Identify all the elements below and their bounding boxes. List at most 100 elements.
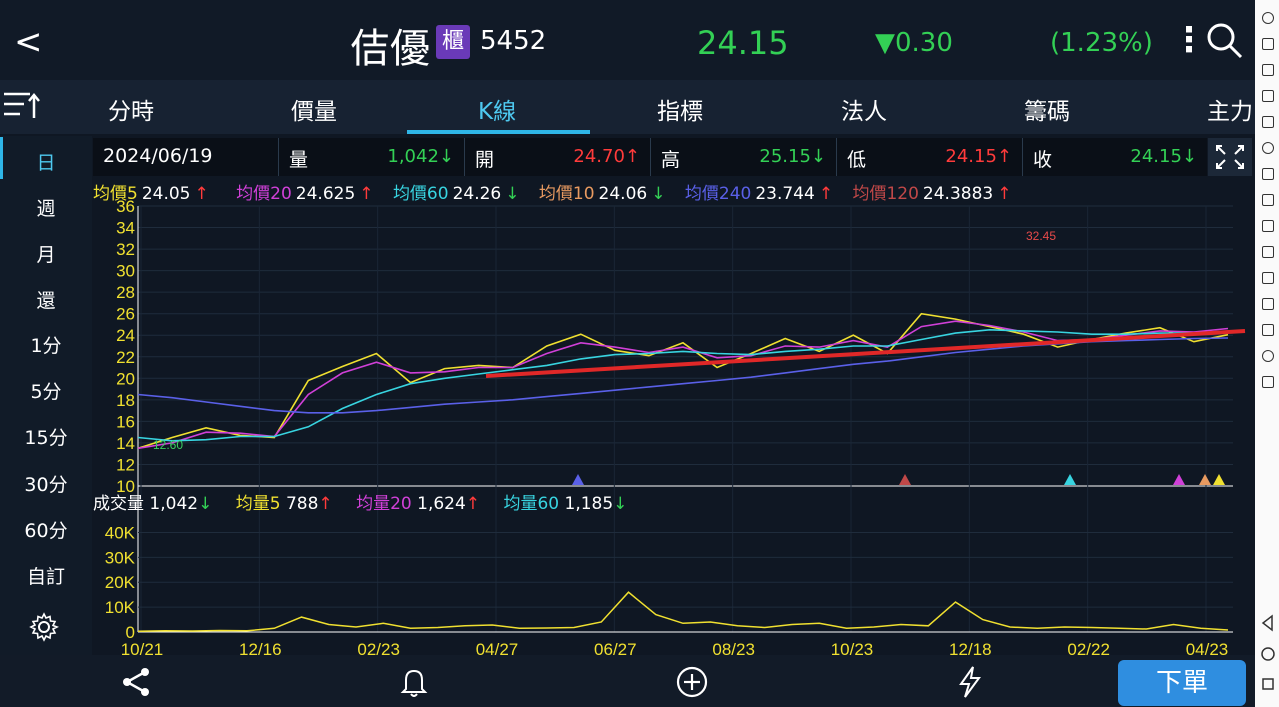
- current-price: 24.15: [697, 24, 789, 62]
- system-nav-buttons[interactable]: [1260, 614, 1276, 694]
- system-rotate-icon[interactable]: [1262, 142, 1274, 154]
- price-tick-label: 12: [116, 455, 135, 474]
- kline-chart[interactable]: 363432302826242220181614121010/21 12/16 02…: [93, 200, 1253, 655]
- more-vertical-icon[interactable]: ⋮: [1172, 20, 1206, 60]
- system-location-icon[interactable]: [1262, 350, 1274, 362]
- system-multi-window-icon[interactable]: [1262, 246, 1274, 258]
- bell-icon[interactable]: [397, 665, 431, 699]
- volume-tick-label: 30K: [105, 548, 136, 567]
- low-value: 24.15↑: [945, 146, 1012, 167]
- active-tab-indicator: [407, 130, 590, 134]
- market-badge: 櫃: [436, 25, 470, 59]
- period-60min[interactable]: 60分: [0, 516, 92, 543]
- lightning-icon[interactable]: [953, 665, 987, 699]
- vol-label: 成交量: [93, 494, 144, 514]
- time-tick-label: 04/23: [1186, 640, 1229, 655]
- tab-kline[interactable]: K線: [478, 92, 516, 126]
- high-cell: 高 25.15↓: [651, 138, 837, 176]
- period-custom[interactable]: 自訂: [0, 562, 92, 589]
- time-tick-label: 06/27: [594, 640, 637, 655]
- stock-code: 5452: [480, 26, 547, 56]
- vol20-label: 均量20: [356, 494, 412, 514]
- order-button[interactable]: 下單: [1118, 660, 1246, 706]
- tab-minute[interactable]: 分時: [108, 92, 154, 126]
- system-screenshot-icon[interactable]: [1262, 116, 1274, 128]
- volume-cell: 量 1,042↓: [279, 138, 465, 176]
- signal-marker: [1173, 474, 1185, 485]
- settings-gear-icon[interactable]: [29, 612, 59, 642]
- period-restored[interactable]: 還: [0, 286, 92, 313]
- sort-menu-icon[interactable]: [2, 86, 42, 126]
- time-tick-label: 10/21: [121, 640, 164, 655]
- time-tick-label: 08/23: [712, 640, 755, 655]
- tab-chips[interactable]: 籌碼: [1024, 92, 1070, 126]
- tab-price-volume[interactable]: 價量: [291, 92, 337, 126]
- volume-value: 1,042↓: [387, 146, 454, 167]
- price-tick-label: 16: [116, 412, 135, 431]
- system-scissors-icon[interactable]: [1262, 220, 1274, 232]
- price-change-percent: (1.23%): [1050, 28, 1153, 58]
- vol-arrow: ↓: [198, 494, 213, 514]
- tab-institutional[interactable]: 法人: [841, 92, 887, 126]
- volume-tick-label: 20K: [105, 573, 136, 592]
- search-icon[interactable]: [1204, 20, 1244, 60]
- system-vibrate-icon[interactable]: [1262, 376, 1274, 388]
- signal-marker: [572, 474, 584, 485]
- signal-marker: [1213, 474, 1225, 485]
- system-notes-icon[interactable]: [1262, 272, 1274, 284]
- period-5min[interactable]: 5分: [0, 377, 92, 404]
- tab-indicator[interactable]: 指標: [657, 92, 703, 126]
- price-tick-label: 14: [116, 434, 135, 453]
- volume-tick-label: 10K: [105, 598, 136, 617]
- back-button[interactable]: <: [14, 22, 43, 62]
- vol60-label: 均量60: [503, 494, 560, 514]
- time-tick-label: 02/23: [357, 640, 400, 655]
- open-label: 開: [475, 149, 495, 171]
- system-shake-icon[interactable]: [1262, 298, 1274, 310]
- system-record-icon[interactable]: [1262, 12, 1274, 24]
- volume-tick-label: 0: [126, 623, 135, 642]
- volume-label: 量: [289, 149, 309, 171]
- close-value: 24.15↓: [1130, 146, 1197, 167]
- bottom-toolbar: [0, 655, 1255, 707]
- signal-marker: [899, 474, 911, 485]
- share-icon[interactable]: [119, 665, 153, 699]
- period-1min[interactable]: 1分: [0, 331, 92, 358]
- time-tick-label: 10/23: [831, 640, 874, 655]
- price-tick-label: 20: [116, 369, 135, 388]
- volume-legend: 成交量 1,042↓ 均量5 788↑ 均量20 1,624↑ 均量60 1,1…: [93, 489, 627, 514]
- series-line: [137, 337, 1229, 414]
- tab-main-force[interactable]: 主力: [1207, 92, 1253, 126]
- system-folder-icon[interactable]: [1262, 324, 1274, 336]
- vol5-value: 788: [285, 494, 319, 514]
- system-volume-up-icon[interactable]: [1262, 64, 1274, 76]
- system-apk-icon[interactable]: [1262, 194, 1274, 206]
- volume-average-line: [137, 591, 1229, 633]
- period-month[interactable]: 月: [0, 240, 92, 267]
- date-cell: 2024/06/19: [93, 138, 279, 176]
- close-label: 收: [1033, 149, 1053, 171]
- close-cell: 收 24.15↓: [1023, 138, 1207, 176]
- high-value: 25.15↓: [759, 146, 826, 167]
- period-15min[interactable]: 15分: [0, 423, 92, 450]
- vol5-arrow: ↑: [318, 494, 333, 514]
- vol20-arrow: ↑: [465, 494, 481, 514]
- fullscreen-icon[interactable]: [1208, 138, 1252, 176]
- add-circle-icon[interactable]: [675, 665, 709, 699]
- period-30min[interactable]: 30分: [0, 470, 92, 497]
- period-week[interactable]: 週: [0, 194, 92, 221]
- price-tick-label: 22: [116, 348, 135, 367]
- period-day[interactable]: 日: [0, 148, 92, 175]
- vol-value: 1,042: [149, 494, 199, 514]
- system-grid-icon[interactable]: [1262, 38, 1274, 50]
- trend-line: [485, 329, 1246, 378]
- vol20-value: 1,624: [417, 494, 466, 514]
- time-tick-label: 02/22: [1067, 640, 1110, 655]
- system-volume-down-icon[interactable]: [1262, 90, 1274, 102]
- time-tick-label: 04/27: [476, 640, 519, 655]
- system-window-icon[interactable]: [1262, 168, 1274, 180]
- price-tick-label: 24: [116, 326, 135, 345]
- stock-name: 佶優: [350, 26, 430, 72]
- high-price-annotation: 32.45: [1026, 229, 1056, 243]
- vol60-value: 1,185: [564, 494, 614, 514]
